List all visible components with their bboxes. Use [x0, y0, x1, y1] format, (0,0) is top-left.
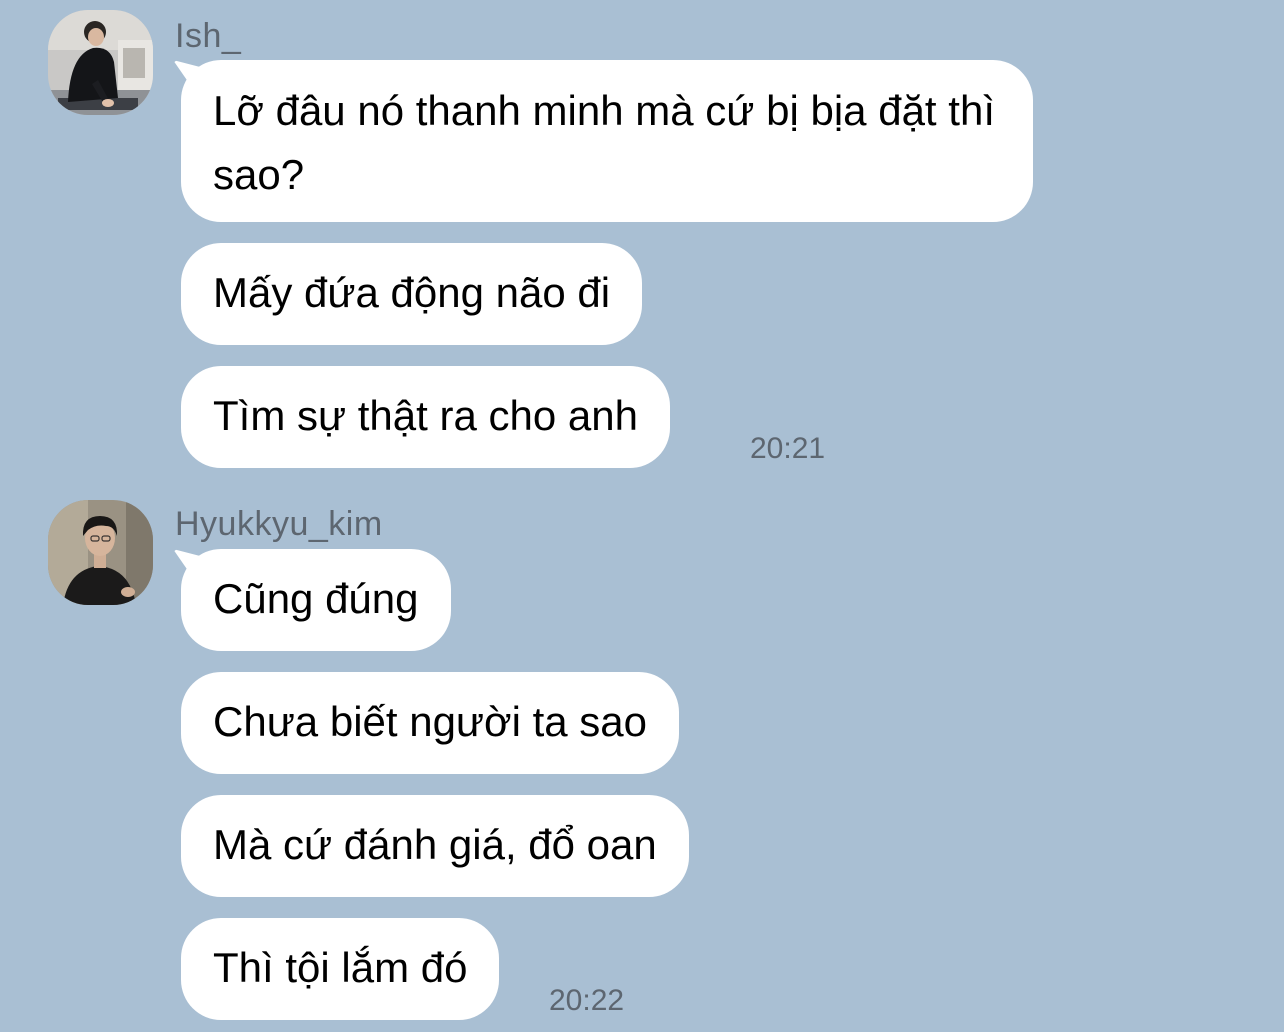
message-text: Chưa biết người ta sao [213, 698, 648, 745]
message-bubble[interactable]: Mà cứ đánh giá, đổ oan [181, 795, 689, 897]
avatar-hyukkyu-image [48, 500, 153, 605]
sender-name-ish: Ish_ [175, 17, 242, 55]
message-text: Cũng đúng [213, 575, 419, 622]
message-text: Tìm sự thật ra cho anh [213, 392, 638, 439]
message-text: Mà cứ đánh giá, đổ oan [213, 821, 657, 868]
message-timestamp: 20:21 [750, 432, 826, 465]
message-timestamp: 20:22 [549, 984, 625, 1017]
message-bubble[interactable]: Mấy đứa động não đi [181, 243, 643, 345]
message-bubble[interactable]: Lỡ đâu nó thanh minh mà cứ bị bịa đặt th… [181, 60, 1033, 222]
avatar-hyukkyu[interactable] [48, 500, 153, 605]
message-bubble[interactable]: Thì tội lắm đó [181, 918, 500, 1020]
message-bubble[interactable]: Cũng đúng [181, 549, 451, 651]
message-bubble[interactable]: Tìm sự thật ra cho anh [181, 366, 670, 468]
message-bubble[interactable]: Chưa biết người ta sao [181, 672, 680, 774]
avatar-ish[interactable] [48, 10, 153, 115]
message-text: Thì tội lắm đó [213, 944, 468, 991]
message-text: Lỡ đâu nó thanh minh mà cứ bị bịa đặt th… [213, 87, 995, 198]
sender-name-hyukkyu: Hyukkyu_kim [175, 505, 383, 543]
avatar-ish-image [48, 10, 153, 115]
message-text: Mấy đứa động não đi [213, 269, 611, 316]
